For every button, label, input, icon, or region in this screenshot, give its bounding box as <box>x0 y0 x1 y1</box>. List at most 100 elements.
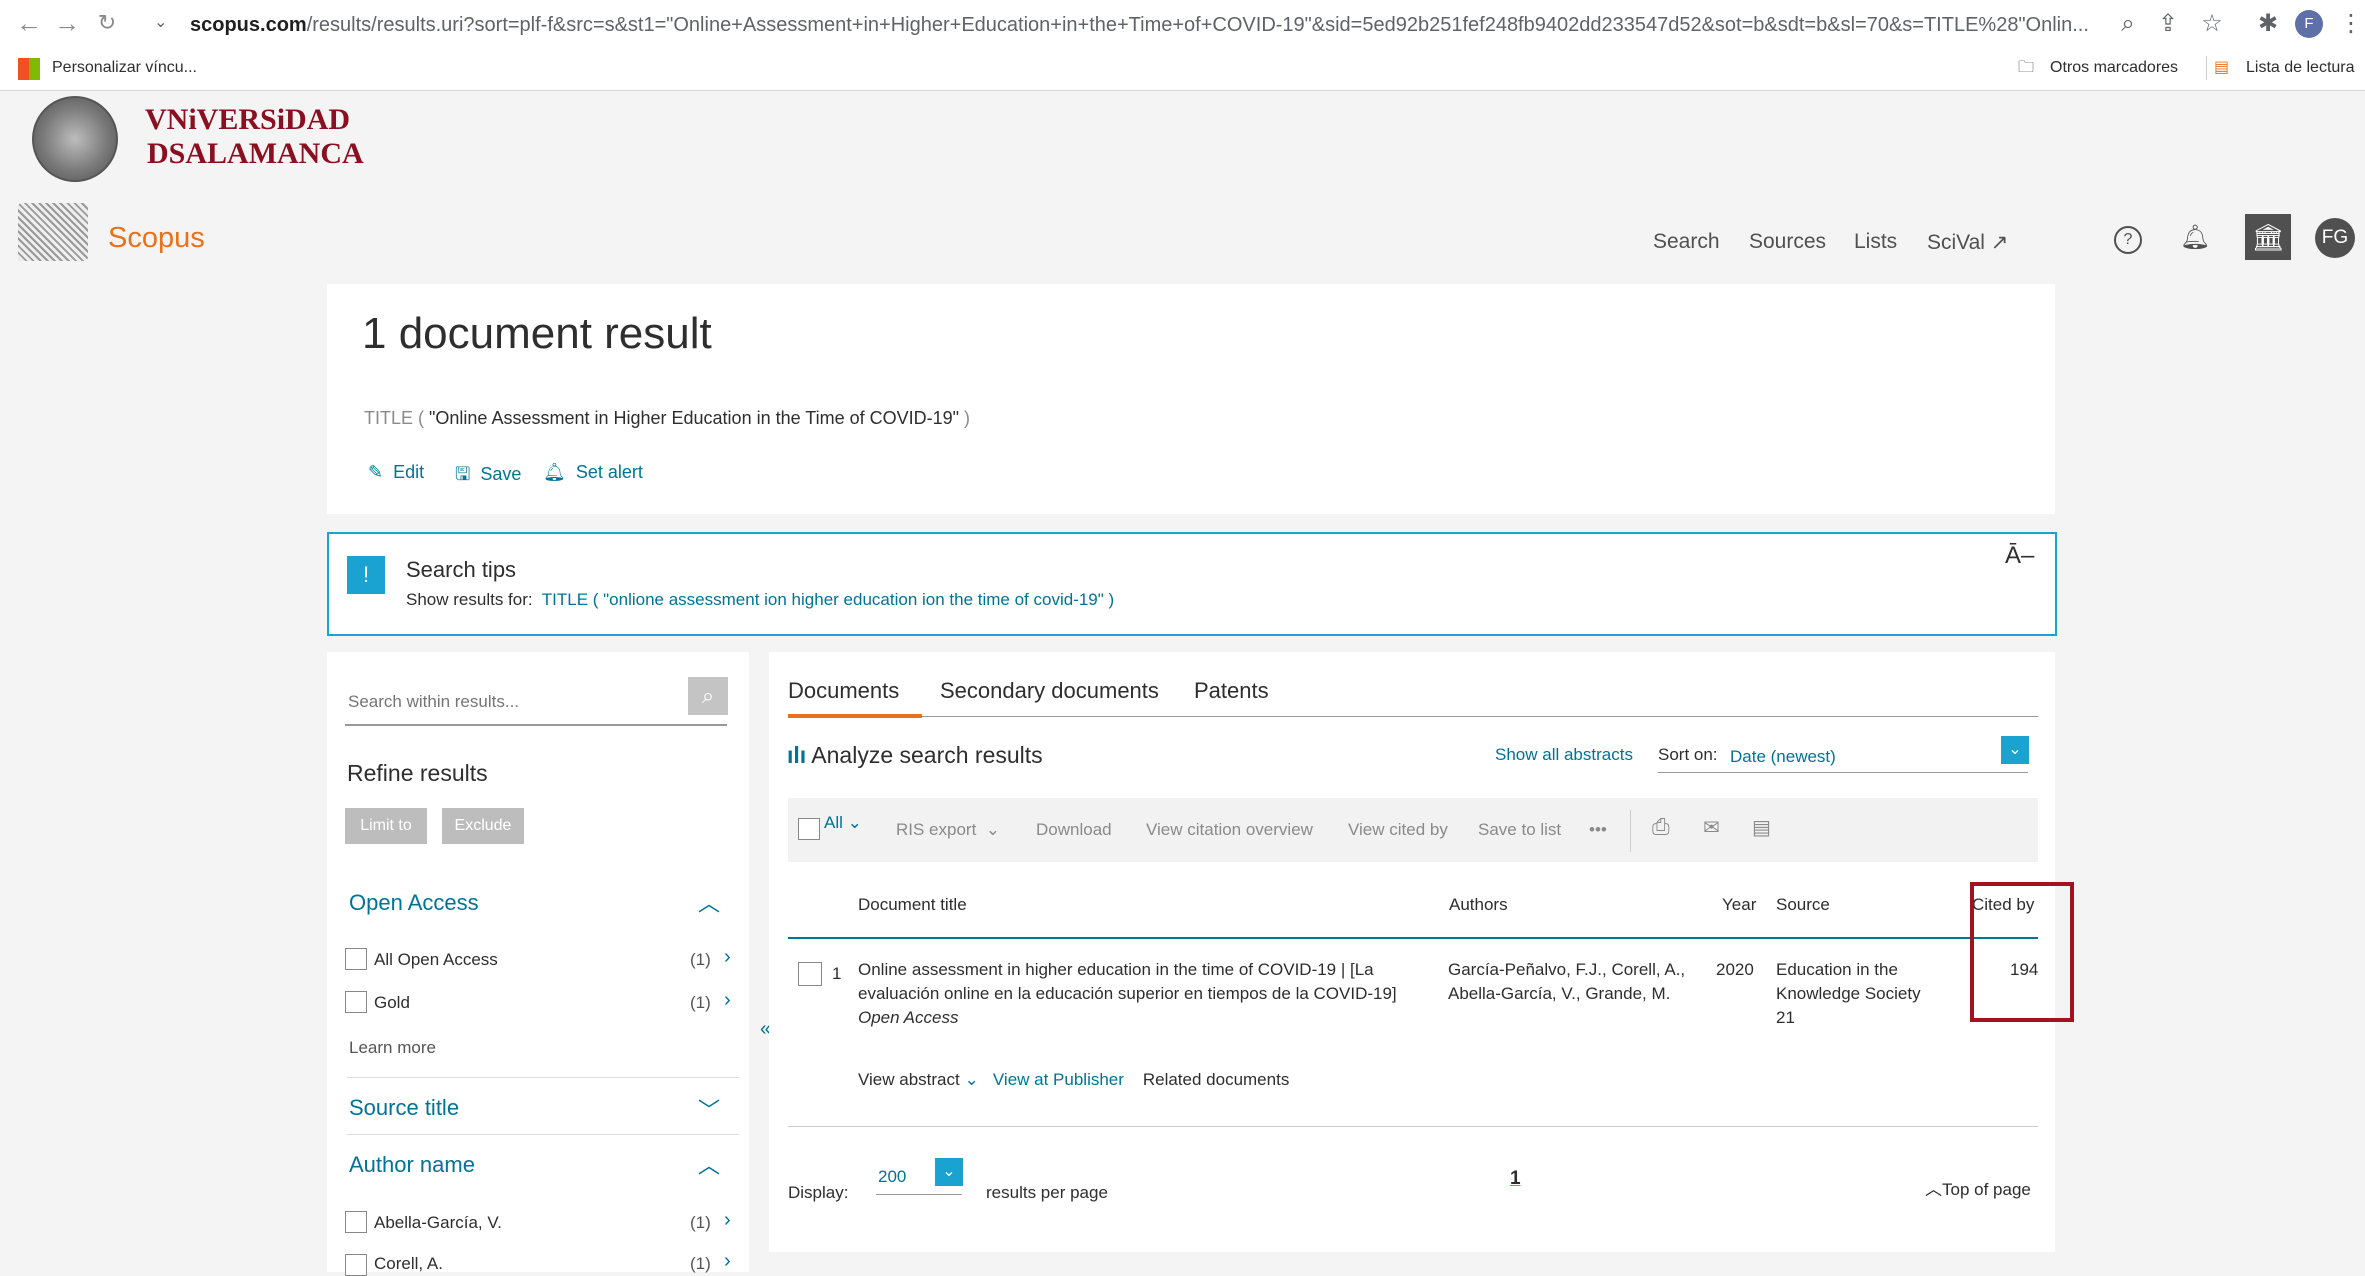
tab-documents[interactable]: Documents <box>788 678 899 704</box>
edit-label: Edit <box>393 462 425 482</box>
checkbox-gold[interactable] <box>345 991 367 1013</box>
more-options-button[interactable]: ••• <box>1589 820 1607 840</box>
edit-button[interactable]: ✎ Edit <box>368 462 424 483</box>
chevron-up-icon[interactable]: ︿ <box>698 886 720 918</box>
toolbar-separator <box>1630 810 1631 852</box>
pagination-current-page[interactable]: 1 <box>1510 1168 1521 1190</box>
bell-icon[interactable]: 🔔︎ <box>2175 218 2215 258</box>
nav-search[interactable]: Search <box>1653 230 1720 254</box>
url-host: scopus.com <box>190 14 307 36</box>
source-line1: Education in the <box>1776 960 1898 979</box>
show-all-abstracts-link[interactable]: Show all abstracts <box>1495 745 1633 765</box>
zoom-icon[interactable]: ⌕ <box>2112 8 2144 40</box>
facet-source-title-heading[interactable]: Source title <box>349 1095 459 1121</box>
view-abstract-label: View abstract <box>858 1070 960 1089</box>
extensions-icon[interactable]: ✱ <box>2252 8 2284 40</box>
chevron-right-icon[interactable]: › <box>724 946 731 969</box>
tab-secondary-documents[interactable]: Secondary documents <box>940 678 1159 704</box>
search-within-input[interactable] <box>346 686 680 718</box>
set-alert-label: Set alert <box>575 462 643 482</box>
facet-author-name-heading[interactable]: Author name <box>349 1152 475 1178</box>
view-at-publisher-link[interactable]: View at Publisher <box>993 1070 1124 1089</box>
source-cell[interactable]: Education in the Knowledge Society 21 <box>1776 958 1921 1030</box>
chevron-right-icon[interactable]: › <box>724 1209 731 1232</box>
tab-patents[interactable]: Patents <box>1194 678 1269 704</box>
chevron-up-icon[interactable]: ︿ <box>698 1148 720 1180</box>
bookmark-star-icon[interactable]: ☆ <box>2196 8 2228 40</box>
forward-icon[interactable]: → <box>52 8 82 38</box>
query-prefix: TITLE ( <box>364 408 430 428</box>
facet-label-gold: Gold <box>374 993 410 1012</box>
results-per-page-select[interactable]: 200 <box>878 1167 906 1187</box>
column-header-source[interactable]: Source <box>1776 895 1830 915</box>
facet-divider <box>347 1077 739 1078</box>
set-alert-button[interactable]: 🔔︎ Set alert <box>543 462 643 483</box>
chevron-down-icon[interactable]: ⌄ <box>2001 736 2029 764</box>
bookmark-reading-list[interactable]: Lista de lectura <box>2246 58 2355 78</box>
view-citation-overview-button[interactable]: View citation overview <box>1146 820 1313 840</box>
exclude-button[interactable]: Exclude <box>442 808 524 844</box>
nav-sources[interactable]: Sources <box>1749 230 1826 254</box>
apps-icon[interactable] <box>18 58 40 80</box>
save-to-list-button[interactable]: Save to list <box>1478 820 1561 840</box>
ris-export-dropdown[interactable]: RIS export ⌄ <box>896 820 1000 840</box>
row-checkbox[interactable] <box>798 962 822 986</box>
search-tips-body: Show results for: TITLE ( "onlione asses… <box>406 590 1114 610</box>
column-header-year[interactable]: Year <box>1722 895 1756 915</box>
university-name[interactable]: VNiVERSiDAD DSALAMANCA <box>145 103 364 171</box>
user-avatar[interactable]: FG <box>2315 218 2355 258</box>
column-header-authors[interactable]: Authors <box>1449 895 1508 915</box>
profile-avatar[interactable]: F <box>2295 10 2323 38</box>
menu-dots-icon[interactable]: ⋮ <box>2335 8 2365 40</box>
url-dropdown-icon[interactable]: ⌄ <box>154 8 167 38</box>
nav-lists[interactable]: Lists <box>1854 230 1897 254</box>
facet-open-access-heading[interactable]: Open Access <box>349 890 479 916</box>
select-all-dropdown[interactable]: All ⌄ <box>824 813 862 833</box>
chevron-down-icon: ⌄ <box>964 1070 979 1089</box>
view-abstract-toggle[interactable]: View abstract ⌄ <box>858 1070 979 1089</box>
analyze-label: Analyze search results <box>811 742 1043 768</box>
share-icon[interactable]: ⇪ <box>2152 8 2184 40</box>
facet-count: (1) <box>690 993 711 1012</box>
analyze-search-results-link[interactable]: ılı Analyze search results <box>787 742 1043 769</box>
chevron-down-icon[interactable]: ﹀ <box>698 1093 720 1125</box>
top-of-page-link[interactable]: ︿Top of page <box>1925 1175 2031 1200</box>
bookmark-otros[interactable]: Otros marcadores <box>2050 58 2178 78</box>
facet-count: (1) <box>690 950 711 969</box>
institution-icon[interactable]: 🏛︎ <box>2245 214 2291 260</box>
chevron-down-icon[interactable]: ⌄ <box>935 1158 963 1186</box>
download-button[interactable]: Download <box>1036 820 1112 840</box>
document-title-link[interactable]: Online assessment in higher education in… <box>858 958 1418 1006</box>
authors-cell[interactable]: García-Peñalvo, F.J., Corell, A., Abella… <box>1448 958 1685 1006</box>
chevron-right-icon[interactable]: › <box>724 989 731 1012</box>
scopus-logo[interactable]: Scopus <box>108 222 205 255</box>
back-icon[interactable]: ← <box>14 8 44 38</box>
tabs-divider <box>788 716 2038 717</box>
reload-icon[interactable]: ↻ <box>92 8 122 38</box>
suggested-query-link[interactable]: TITLE ( "onlione assessment ion higher e… <box>542 590 1114 609</box>
save-button[interactable]: 🖫 Save <box>455 462 521 492</box>
learn-more-link[interactable]: Learn more <box>349 1038 436 1058</box>
checkbox-author-corell[interactable] <box>345 1254 367 1276</box>
help-icon[interactable]: ? <box>2114 226 2142 254</box>
authors-line2: Abella-García, V., Grande, M. <box>1448 984 1671 1003</box>
collapse-tips-icon[interactable]: Ā– <box>2005 542 2034 570</box>
bookmark-personalizar[interactable]: Personalizar víncu... <box>52 58 197 78</box>
sort-select-value[interactable]: Date (newest) <box>1730 747 1836 767</box>
query-string: TITLE ( "Online Assessment in Higher Edu… <box>364 408 970 429</box>
search-icon[interactable]: ⌕ <box>688 677 728 715</box>
column-header-title[interactable]: Document title <box>858 895 967 915</box>
limit-to-button[interactable]: Limit to <box>345 808 427 844</box>
view-cited-by-button[interactable]: View cited by <box>1348 820 1448 840</box>
checkbox-author-abella[interactable] <box>345 1211 367 1233</box>
checkbox-all-open-access[interactable] <box>345 948 367 970</box>
bibliography-icon[interactable]: ▤ <box>1752 815 1771 840</box>
address-bar[interactable]: scopus.com/results/results.uri?sort=plf-… <box>190 6 2170 44</box>
related-documents-link[interactable]: Related documents <box>1143 1070 1289 1089</box>
nav-scival[interactable]: SciVal ↗ <box>1927 230 2008 255</box>
facet-label-author-corell: Corell, A. <box>374 1254 443 1273</box>
email-icon[interactable]: ✉ <box>1703 815 1720 840</box>
select-all-checkbox[interactable] <box>798 818 820 840</box>
pencil-icon: ✎ <box>368 462 384 482</box>
print-icon[interactable]: ⎙ <box>1652 814 1670 840</box>
